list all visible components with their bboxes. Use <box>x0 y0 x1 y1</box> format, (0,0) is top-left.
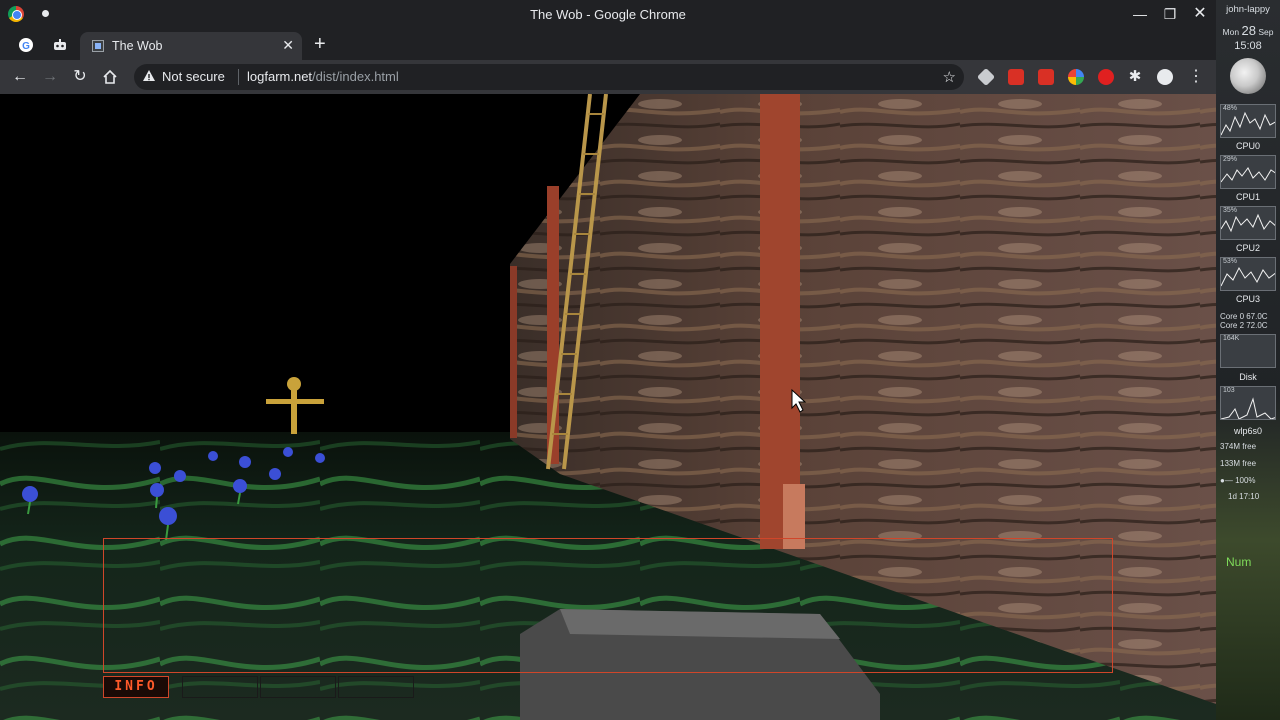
cpu1-caption: 29% <box>1223 156 1238 163</box>
security-label[interactable]: Not secure <box>162 69 225 84</box>
close-window-button[interactable]: ✕ <box>1190 5 1210 23</box>
cpu2-label: CPU2 <box>1235 243 1260 253</box>
cpu2-graph: 35% <box>1220 206 1276 240</box>
core2-temp: Core 2 72.0C <box>1220 321 1268 330</box>
system-monitor-panel: john-lappy Mon 28 Sep 15:08 48% CPU0 29%… <box>1216 0 1280 720</box>
cpu0-graph: 48% <box>1220 104 1276 138</box>
forward-button[interactable]: → <box>39 66 61 88</box>
date: Mon 28 Sep <box>1216 23 1280 38</box>
wall-post-near <box>760 94 800 549</box>
back-button[interactable]: ← <box>9 66 31 88</box>
address-bar[interactable]: Not secure logfarm.net/dist/index.html ☆ <box>134 64 964 90</box>
tab-close-icon[interactable]: ✕ <box>282 37 294 54</box>
date-weekday: Mon <box>1222 27 1240 37</box>
robot-icon <box>54 39 66 50</box>
uptime: 1d 17:10 <box>1228 492 1260 501</box>
cpu1-label: CPU1 <box>1235 192 1260 202</box>
tab-the-wob[interactable]: The Wob ✕ <box>80 32 302 60</box>
address-separator <box>238 69 239 85</box>
info-tab[interactable]: INFO <box>103 676 169 698</box>
url-text[interactable]: logfarm.net/dist/index.html <box>247 69 399 84</box>
url-path: /dist/index.html <box>312 69 399 84</box>
minimize-button[interactable]: — <box>1130 5 1150 23</box>
bookmark-star-icon[interactable]: ☆ <box>943 68 956 86</box>
wall-post-far <box>510 266 517 438</box>
memory-free-2: 133M free <box>1220 459 1257 468</box>
extension-gmail-alt-icon[interactable] <box>1038 69 1054 85</box>
home-button[interactable] <box>99 66 121 88</box>
cpu3-caption: 53% <box>1223 258 1238 265</box>
new-tab-button[interactable]: + <box>314 34 326 54</box>
username: john-lappy <box>1226 4 1270 15</box>
extension-chrome-icon[interactable] <box>1068 69 1084 85</box>
tab-strip: G The Wob ✕ + <box>0 28 1216 60</box>
hud-slot[interactable] <box>260 676 336 698</box>
info-panel-frame <box>103 538 1113 673</box>
network-graph: 103 <box>1220 386 1276 420</box>
window-title: The Wob - Google Chrome <box>530 7 686 22</box>
hud-slot[interactable] <box>338 676 414 698</box>
extension-gmail-icon[interactable] <box>1008 69 1024 85</box>
cpu3-graph: 53% <box>1220 257 1276 291</box>
pinned-tab-robot[interactable] <box>46 34 74 56</box>
profile-avatar[interactable] <box>1157 69 1173 85</box>
svg-text:G: G <box>22 41 30 52</box>
date-month: Sep <box>1258 27 1274 37</box>
network-label: wlp6s0 <box>1233 426 1262 436</box>
hud-slot[interactable] <box>182 676 258 698</box>
network-caption: 103 <box>1223 387 1235 394</box>
browser-toolbar: ← → ↻ Not secure logfarm.net/dist/index.… <box>0 60 1216 94</box>
core0-temp: Core 0 67.0C <box>1220 312 1268 321</box>
cpu0-label: CPU0 <box>1235 141 1260 151</box>
title-bar: The Wob - Google Chrome — ❐ ✕ <box>0 0 1216 28</box>
browser-window: The Wob - Google Chrome — ❐ ✕ G The Wob … <box>0 0 1216 720</box>
extension-red-icon[interactable] <box>1098 69 1114 85</box>
clock: 15:08 <box>1234 40 1262 52</box>
maximize-button[interactable]: ❐ <box>1160 5 1180 23</box>
page-favicon-icon <box>92 40 104 52</box>
date-day: 28 <box>1241 23 1256 38</box>
disk-graph: 164K <box>1220 334 1276 368</box>
disk-caption: 164K <box>1223 335 1240 342</box>
url-host: logfarm.net <box>247 69 313 84</box>
google-icon: G <box>19 38 33 52</box>
warning-icon <box>143 70 155 81</box>
disk-label: Disk <box>1239 372 1257 382</box>
reload-button[interactable]: ↻ <box>69 66 91 88</box>
tab-label: The Wob <box>112 39 163 53</box>
cpu0-caption: 48% <box>1223 105 1238 112</box>
battery-icon: ●— <box>1220 476 1233 485</box>
pinned-tab-google[interactable]: G <box>12 34 40 56</box>
cpu2-caption: 35% <box>1223 207 1238 214</box>
game-canvas[interactable]: INFO <box>0 94 1216 720</box>
battery-percent: 100% <box>1235 476 1256 485</box>
moon-phase-icon <box>1230 58 1266 94</box>
home-icon <box>103 69 117 84</box>
extensions-puzzle-icon[interactable]: ✱ <box>1124 66 1146 88</box>
extension-cube-icon[interactable] <box>976 67 996 87</box>
cpu3-label: CPU3 <box>1235 294 1260 304</box>
menu-kebab-icon[interactable]: ⋮ <box>1185 66 1207 88</box>
cpu1-graph: 29% <box>1220 155 1276 189</box>
memory-free-1: 374M free <box>1220 442 1257 451</box>
num-lock-indicator: Num <box>1226 555 1252 569</box>
battery-status: ●— 100% <box>1220 476 1256 485</box>
